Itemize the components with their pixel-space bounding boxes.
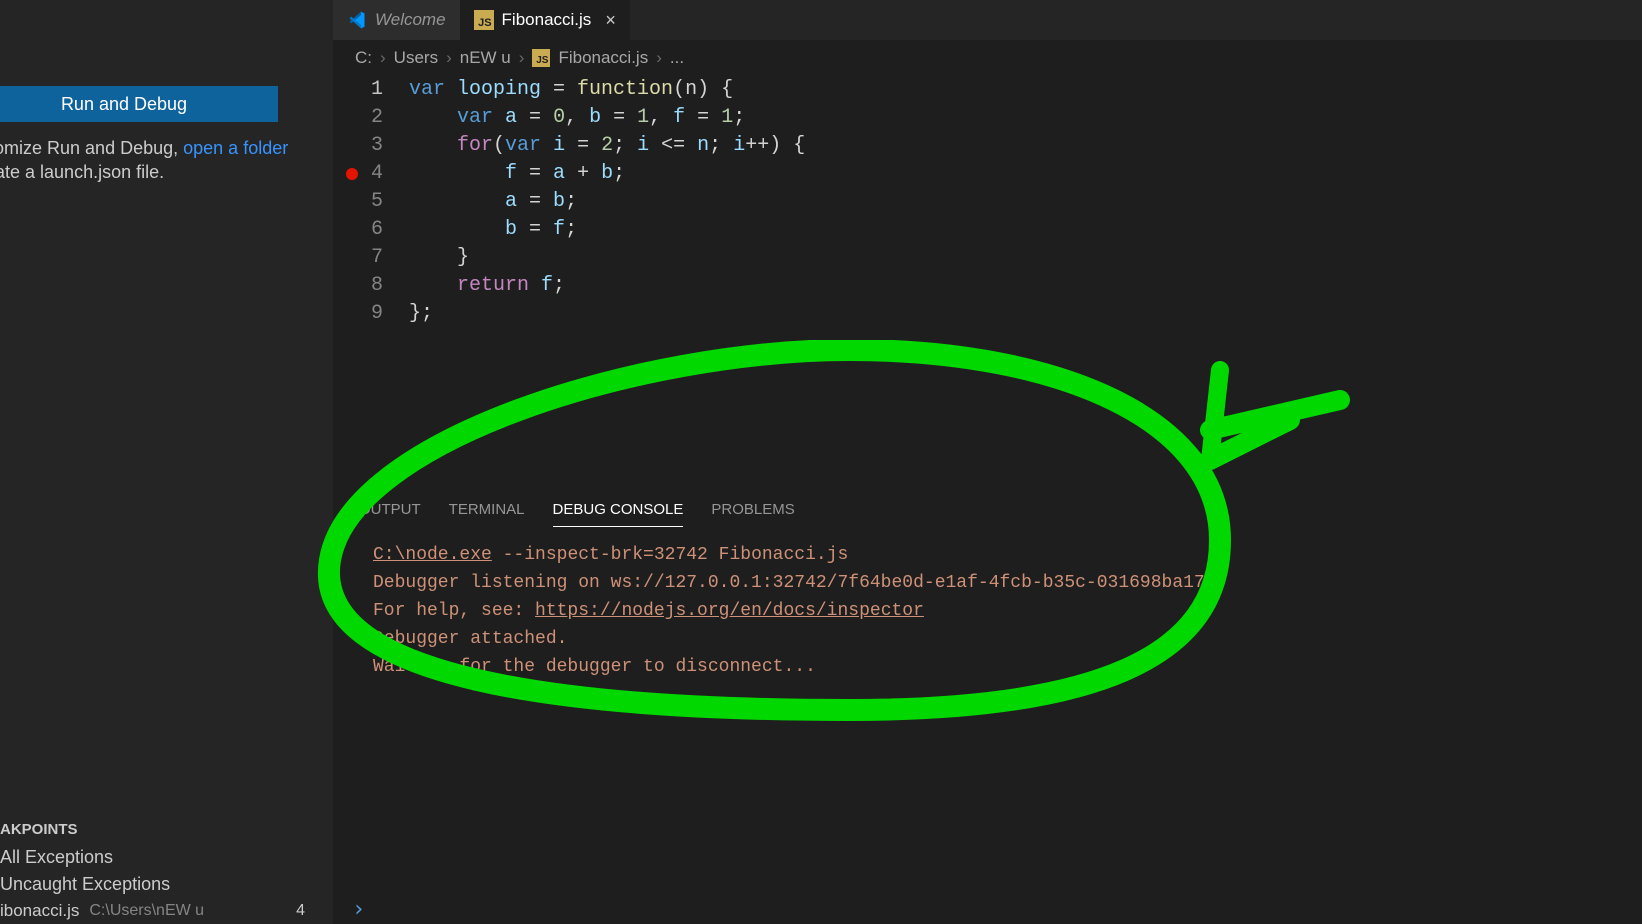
console-line: For help, see: https://nodejs.org/en/doc…	[373, 597, 1602, 625]
code-line[interactable]: var a = 0, b = 1, f = 1;	[409, 104, 805, 132]
console-line: Debugger listening on ws://127.0.0.1:327…	[373, 569, 1602, 597]
breakpoints-section-header[interactable]: AKPOINTS	[0, 815, 333, 844]
line-number: 3	[363, 132, 383, 160]
line-number: 7	[363, 244, 383, 272]
panel-tab-output[interactable]: OUTPUT	[359, 501, 421, 527]
line-number-gutter: 123456789	[363, 76, 409, 336]
code-line[interactable]: }	[409, 244, 805, 272]
console-help-link[interactable]: https://nodejs.org/en/docs/inspector	[535, 601, 924, 621]
open-folder-link[interactable]: open a folder	[183, 138, 288, 158]
code-line[interactable]: f = a + b;	[409, 160, 805, 188]
close-icon[interactable]: ×	[605, 10, 616, 31]
crumb-newu[interactable]: nEW u	[460, 48, 511, 68]
customize-text: ustomize Run and Debug, open a folder cr…	[0, 136, 333, 185]
panel-tab-debug-console[interactable]: DEBUG CONSOLE	[553, 501, 684, 527]
crumb-more[interactable]: ...	[670, 48, 684, 68]
bottom-panel: OUTPUT TERMINAL DEBUG CONSOLE PROBLEMS C…	[333, 486, 1642, 689]
breakpoint-gutter[interactable]	[341, 76, 363, 336]
code-line[interactable]: return f;	[409, 272, 805, 300]
console-line: Waiting for the debugger to disconnect..…	[373, 653, 1602, 681]
run-and-debug-button[interactable]: Run and Debug	[0, 86, 278, 122]
code-line[interactable]: var looping = function(n) {	[409, 76, 805, 104]
js-icon: JS	[474, 10, 494, 30]
line-number: 9	[363, 300, 383, 328]
code-editor[interactable]: 123456789 var looping = function(n) { va…	[333, 76, 1642, 336]
vscode-icon	[347, 10, 367, 30]
line-number: 5	[363, 188, 383, 216]
line-number: 8	[363, 272, 383, 300]
line-number: 2	[363, 104, 383, 132]
breakpoint-file-path: C:\Users\nEW u	[89, 902, 204, 920]
breakpoint-uncaught-exceptions[interactable]: Uncaught Exceptions	[0, 871, 333, 898]
editor-tabs: Welcome JS Fibonacci.js ×	[333, 0, 1642, 40]
code-content[interactable]: var looping = function(n) { var a = 0, b…	[409, 76, 805, 336]
customize-prefix: ustomize Run and Debug,	[0, 138, 183, 158]
breakpoint-file-row[interactable]: ibonacci.js C:\Users\nEW u 4	[0, 898, 333, 924]
breakpoint-dot-icon[interactable]	[346, 168, 358, 180]
breadcrumb[interactable]: C: › Users › nEW u › JS Fibonacci.js › .…	[333, 40, 1642, 76]
tab-welcome[interactable]: Welcome	[333, 0, 460, 40]
debug-sidebar: Run and Debug ustomize Run and Debug, op…	[0, 0, 333, 924]
customize-suffix: create a launch.json file.	[0, 162, 164, 182]
debug-console-prompt-icon[interactable]: ›	[352, 897, 365, 922]
crumb-users[interactable]: Users	[394, 48, 438, 68]
chevron-right-icon: ›	[446, 48, 452, 68]
panel-tabs: OUTPUT TERMINAL DEBUG CONSOLE PROBLEMS	[333, 487, 1642, 533]
crumb-c[interactable]: C:	[355, 48, 372, 68]
breakpoint-file-name: ibonacci.js	[0, 901, 79, 921]
tab-welcome-label: Welcome	[375, 10, 446, 30]
line-number: 4	[363, 160, 383, 188]
code-line[interactable]: };	[409, 300, 805, 328]
panel-tab-problems[interactable]: PROBLEMS	[711, 501, 794, 527]
breakpoint-line-number: 4	[296, 902, 305, 920]
tab-file-label: Fibonacci.js	[502, 10, 592, 30]
line-number: 6	[363, 216, 383, 244]
code-line[interactable]: for(var i = 2; i <= n; i++) {	[409, 132, 805, 160]
console-line: Debugger attached.	[373, 625, 1602, 653]
chevron-right-icon: ›	[380, 48, 386, 68]
breakpoint-all-exceptions[interactable]: All Exceptions	[0, 844, 333, 871]
console-exe-link[interactable]: C:\node.exe	[373, 545, 492, 565]
code-line[interactable]: b = f;	[409, 216, 805, 244]
crumb-file[interactable]: Fibonacci.js	[558, 48, 648, 68]
panel-tab-terminal[interactable]: TERMINAL	[449, 501, 525, 527]
code-line[interactable]: a = b;	[409, 188, 805, 216]
tab-fibonacci[interactable]: JS Fibonacci.js ×	[460, 0, 630, 40]
chevron-right-icon: ›	[519, 48, 525, 68]
line-number: 1	[363, 76, 383, 104]
chevron-right-icon: ›	[656, 48, 662, 68]
console-line: C:\node.exe --inspect-brk=32742 Fibonacc…	[373, 541, 1602, 569]
debug-console-output[interactable]: C:\node.exe --inspect-brk=32742 Fibonacc…	[333, 533, 1642, 689]
js-icon: JS	[532, 49, 550, 67]
editor-area: Welcome JS Fibonacci.js × C: › Users › n…	[333, 0, 1642, 924]
